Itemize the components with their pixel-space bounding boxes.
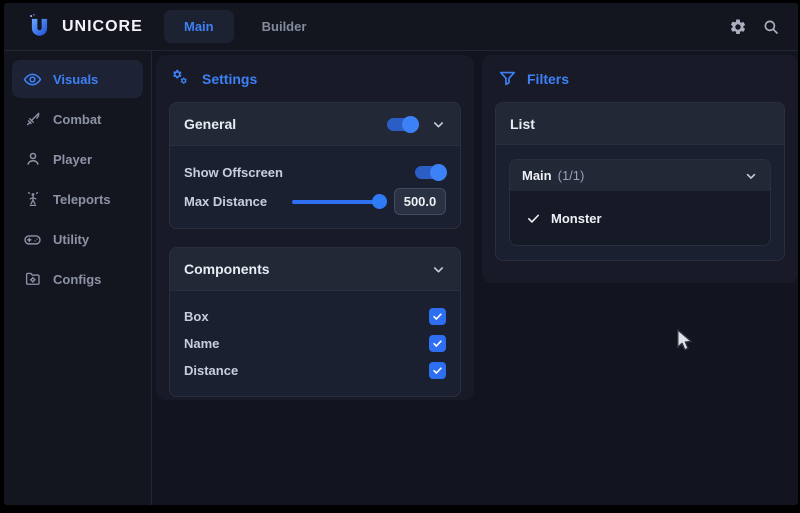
funnel-filter-icon	[498, 69, 517, 88]
components-panel-body: Box Name	[170, 291, 460, 396]
check-icon	[432, 365, 443, 376]
unicore-logo-icon	[26, 13, 53, 40]
list-panel: List Main (1/1)	[495, 102, 785, 261]
max-distance-row: Max Distance 500.0	[184, 187, 446, 216]
general-panel-header[interactable]: General	[170, 103, 460, 146]
main-content: Settings General	[152, 51, 798, 505]
slider-thumb[interactable]	[372, 194, 387, 209]
folder-gear-icon	[23, 270, 42, 289]
logo: UNICORE	[4, 13, 154, 40]
filter-group-label: Main	[522, 168, 552, 183]
gamepad-icon	[23, 230, 42, 249]
sidebar-item-label: Utility	[53, 232, 89, 247]
settings-section: Settings General	[156, 55, 474, 400]
chevron-down-icon[interactable]	[431, 262, 446, 277]
general-panel: General Show Offscreen	[169, 102, 461, 229]
max-distance-label: Max Distance	[184, 194, 267, 209]
filter-group-items: Monster	[510, 191, 770, 245]
chevron-down-icon[interactable]	[431, 117, 446, 132]
logo-text: UNICORE	[62, 18, 143, 36]
tab-bar: Main Builder	[164, 10, 326, 43]
filter-group-count: (1/1)	[558, 168, 585, 183]
list-panel-body: Main (1/1) Monster	[496, 145, 784, 260]
component-label: Name	[184, 336, 219, 351]
component-row-box: Box	[184, 303, 446, 330]
show-offscreen-label: Show Offscreen	[184, 165, 283, 180]
component-label: Distance	[184, 363, 238, 378]
topbar: UNICORE Main Builder	[4, 3, 798, 51]
search-icon[interactable]	[762, 18, 780, 36]
distance-checkbox[interactable]	[429, 362, 446, 379]
components-panel: Components Box	[169, 247, 461, 397]
unicore-window: UNICORE Main Builder	[4, 3, 798, 505]
list-panel-title: List	[510, 116, 535, 132]
sidebar-item-label: Configs	[53, 272, 101, 287]
double-gear-icon	[172, 69, 192, 89]
component-row-name: Name	[184, 330, 446, 357]
sidebar-item-combat[interactable]: Combat	[12, 100, 143, 138]
components-panel-header[interactable]: Components	[170, 248, 460, 291]
screen: UNICORE Main Builder	[0, 0, 800, 513]
filters-section: Filters List Main (1/1)	[482, 55, 798, 283]
check-icon	[526, 211, 541, 226]
list-panel-header: List	[496, 103, 784, 145]
settings-section-title: Settings	[202, 71, 257, 87]
sidebar-item-label: Player	[53, 152, 92, 167]
filter-group-dropdown: Main (1/1) Monster	[509, 159, 771, 246]
settings-section-header: Settings	[156, 55, 474, 102]
gear-icon[interactable]	[729, 18, 747, 36]
sidebar-item-label: Teleports	[53, 192, 111, 207]
general-enable-toggle[interactable]	[387, 118, 418, 131]
sword-icon	[23, 110, 42, 129]
component-row-distance: Distance	[184, 357, 446, 384]
check-icon	[432, 338, 443, 349]
filters-section-title: Filters	[527, 71, 569, 87]
eye-icon	[23, 70, 42, 89]
sidebar-item-teleports[interactable]: Teleports	[12, 180, 143, 218]
tab-main[interactable]: Main	[164, 10, 234, 43]
sidebar-item-visuals[interactable]: Visuals	[12, 60, 143, 98]
tab-builder[interactable]: Builder	[242, 10, 327, 43]
sidebar-item-configs[interactable]: Configs	[12, 260, 143, 298]
topbar-actions	[729, 18, 798, 36]
show-offscreen-row: Show Offscreen	[184, 158, 446, 187]
sidebar-item-player[interactable]: Player	[12, 140, 143, 178]
chevron-down-icon	[744, 169, 758, 183]
teleport-icon	[23, 190, 42, 209]
general-panel-title: General	[184, 116, 236, 132]
check-icon	[432, 311, 443, 322]
max-distance-value[interactable]: 500.0	[394, 188, 446, 215]
filter-item-monster[interactable]: Monster	[522, 203, 758, 233]
sidebar: Visuals Combat Player	[4, 51, 152, 505]
sidebar-item-label: Combat	[53, 112, 101, 127]
name-checkbox[interactable]	[429, 335, 446, 352]
window-body: Visuals Combat Player	[4, 51, 798, 505]
box-checkbox[interactable]	[429, 308, 446, 325]
filters-section-header: Filters	[482, 55, 798, 102]
max-distance-slider[interactable]	[292, 200, 384, 204]
filter-item-label: Monster	[551, 211, 602, 226]
show-offscreen-toggle[interactable]	[415, 166, 446, 179]
component-label: Box	[184, 309, 209, 324]
components-panel-title: Components	[184, 261, 270, 277]
player-icon	[23, 150, 42, 169]
filter-group-header[interactable]: Main (1/1)	[510, 160, 770, 191]
sidebar-item-label: Visuals	[53, 72, 98, 87]
sidebar-item-utility[interactable]: Utility	[12, 220, 143, 258]
general-panel-body: Show Offscreen Max Distance 500.0	[170, 146, 460, 228]
